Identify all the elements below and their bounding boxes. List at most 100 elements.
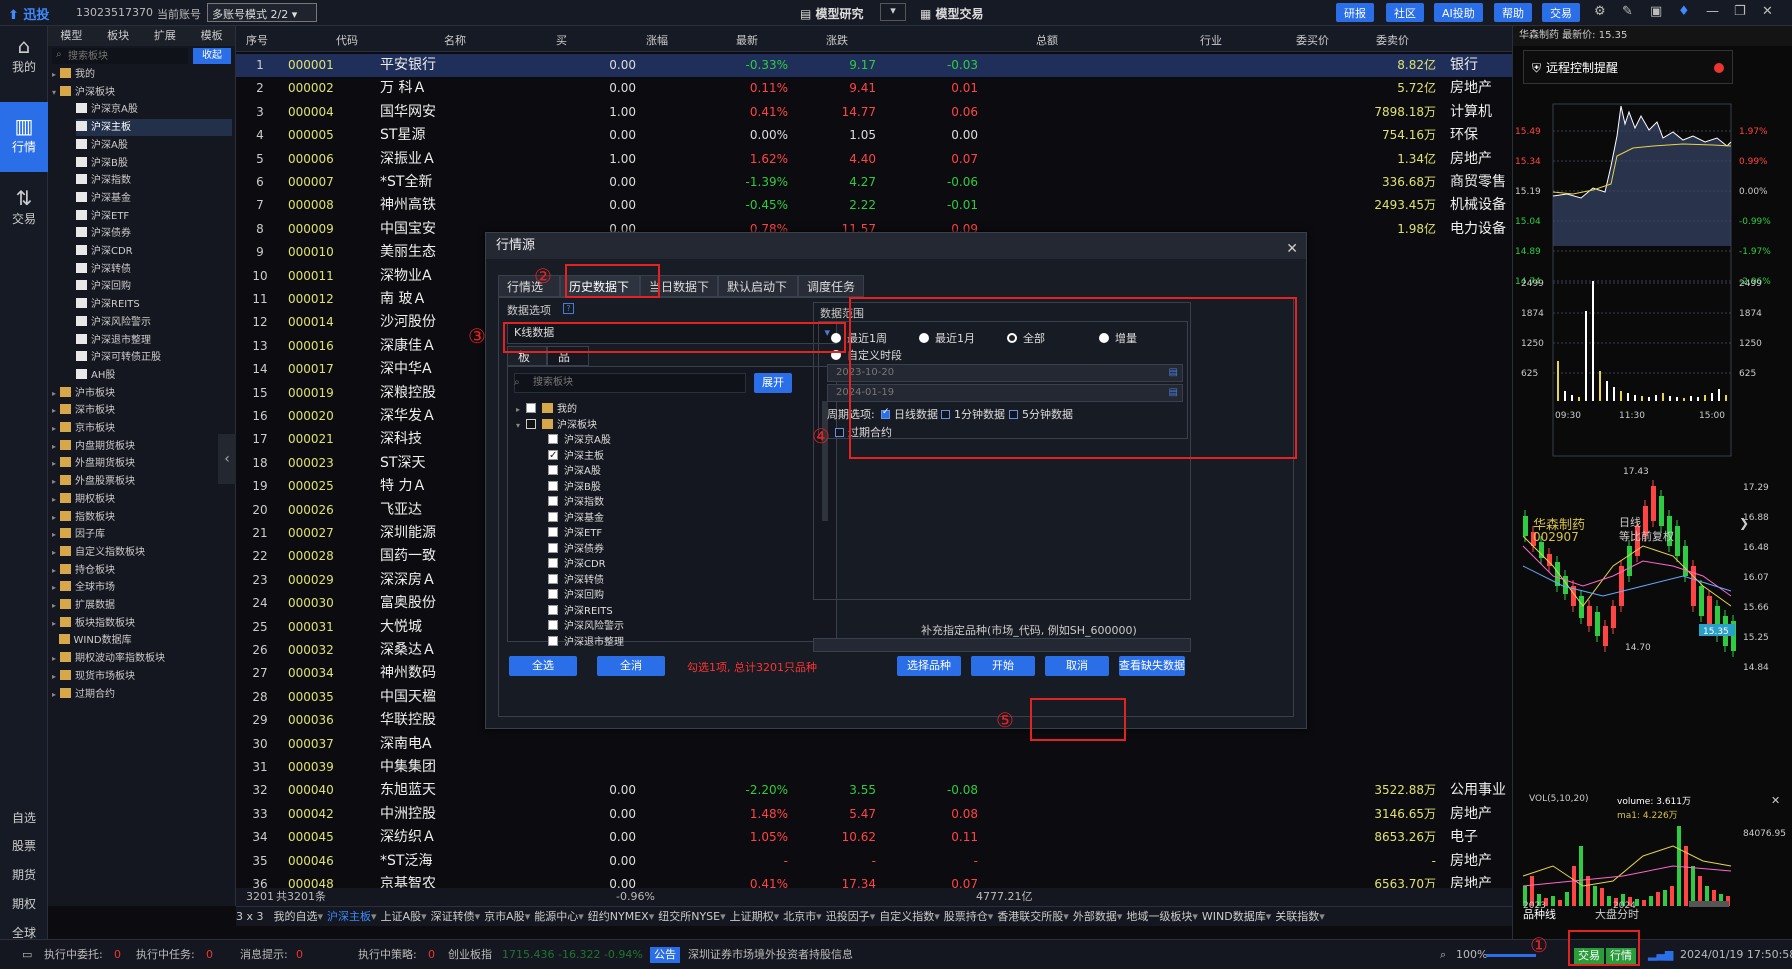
checkbox-box[interactable] bbox=[548, 620, 558, 630]
sector-tab[interactable]: 股票持仓 bbox=[944, 910, 988, 923]
col-change-pct[interactable]: 涨幅 bbox=[646, 32, 668, 48]
checkbox-box[interactable] bbox=[548, 447, 558, 464]
col-last[interactable]: 最新 bbox=[736, 32, 758, 48]
tree-item[interactable]: ▸ 外盘期货板块 bbox=[52, 455, 232, 472]
tree-item[interactable]: 沪深退市整理 bbox=[76, 332, 232, 349]
col-ask-price[interactable]: 委卖价 bbox=[1376, 32, 1409, 48]
tree-item[interactable]: ▸ 自定义指数板块 bbox=[52, 544, 232, 561]
chevron-down-icon[interactable]: ▾ bbox=[1192, 910, 1198, 923]
model-research-tab[interactable]: ▤ 模型研究 bbox=[800, 5, 864, 22]
chevron-down-icon[interactable]: ▾ bbox=[720, 910, 726, 923]
tree-item[interactable]: 沪深回购 bbox=[76, 278, 232, 295]
tree-item[interactable]: ▸ 外盘股票板块 bbox=[52, 473, 232, 490]
expand-arrow-icon[interactable]: ▸ bbox=[52, 690, 56, 699]
checkbox-box[interactable] bbox=[548, 542, 558, 553]
expand-arrow-icon[interactable]: ▸ bbox=[52, 619, 56, 628]
nav-options[interactable]: 期权 bbox=[0, 895, 48, 915]
table-row[interactable]: 33 000042 中洲控股 0.00 1.48% 5.47 0.08 3146.65万 房地产… bbox=[236, 803, 1706, 826]
expand-arrow-icon[interactable] bbox=[52, 636, 55, 645]
checkbox-box[interactable] bbox=[548, 573, 558, 584]
expand-arrow-icon[interactable]: ▸ bbox=[52, 654, 56, 663]
col-amount[interactable]: 总额 bbox=[1036, 32, 1058, 48]
trade-button[interactable]: 交易 bbox=[1542, 3, 1580, 22]
radio-incremental[interactable]: 增量 bbox=[1099, 330, 1137, 346]
tree-item[interactable]: ▸ 京市板块 bbox=[52, 420, 232, 437]
tab-template[interactable]: 模板 bbox=[188, 26, 235, 46]
dialog-tree-item[interactable]: 沪深A股 bbox=[548, 463, 601, 480]
dialog-tree-item[interactable]: 沪深REITS bbox=[548, 603, 613, 620]
sector-tab[interactable]: 上证A股 bbox=[381, 910, 422, 923]
ai-assist-button[interactable]: AI投助 bbox=[1434, 3, 1483, 22]
tree-item[interactable]: ▸ 期权波动率指数板块 bbox=[52, 650, 232, 667]
layout-icon[interactable]: ▣ bbox=[1650, 4, 1662, 19]
sector-tab[interactable]: 纽约NYMEX bbox=[588, 910, 649, 923]
period-1min-checkbox[interactable]: 1分钟数据 bbox=[941, 406, 1005, 422]
table-row[interactable]: 35000046*ST泛海0.00----房地产-- bbox=[236, 850, 1706, 873]
table-row[interactable]: 32 000040 东旭蓝天 0.00 -2.20% 3.55 -0.08 3522.88万公… bbox=[236, 779, 1706, 802]
tree-item[interactable]: ▸ 因子库 bbox=[52, 526, 232, 543]
table-row[interactable]: 31000039中集集团8.038.0 bbox=[236, 756, 1706, 779]
data-option-select[interactable]: K线数据 ▾ bbox=[507, 322, 837, 344]
sector-tab[interactable]: 沪深主板 bbox=[327, 910, 371, 923]
dialog-tree-item[interactable]: 沪深转债 bbox=[548, 572, 604, 589]
checkbox-box[interactable] bbox=[548, 465, 558, 475]
sector-tab[interactable]: WIND数据库 bbox=[1202, 910, 1266, 923]
research-report-button[interactable]: 研报 bbox=[1336, 3, 1374, 22]
checkbox-box[interactable] bbox=[526, 418, 537, 429]
chevron-down-icon[interactable]: ▾ bbox=[816, 910, 822, 923]
tree-search-input[interactable] bbox=[52, 48, 188, 64]
close-icon[interactable]: ✕ bbox=[1286, 236, 1298, 262]
dialog-tree-item[interactable]: ▸ 我的 bbox=[516, 401, 577, 418]
dialog-tree-item[interactable]: 沪深基金 bbox=[548, 510, 604, 527]
tree-item[interactable]: ▸ 全球市场 bbox=[52, 579, 232, 596]
nav-watchlist[interactable]: 自选 bbox=[0, 809, 48, 829]
tree-item[interactable]: 沪深指数 bbox=[76, 172, 232, 189]
tab-sector[interactable]: 板块 bbox=[95, 26, 142, 46]
period-5min-checkbox[interactable]: 5分钟数据 bbox=[1009, 406, 1073, 422]
checkbox-box[interactable] bbox=[548, 604, 558, 615]
expand-arrow-icon[interactable]: ▸ bbox=[52, 406, 56, 415]
dialog-tree-item[interactable]: 沪深京A股 bbox=[548, 432, 611, 449]
zoom-level[interactable]: 100% bbox=[1456, 940, 1487, 969]
dialog-tree-item[interactable]: 沪深ETF bbox=[548, 525, 602, 542]
chevron-down-icon[interactable]: ▾ bbox=[475, 910, 481, 923]
checkbox-box[interactable] bbox=[526, 403, 537, 413]
tree-item[interactable]: 沪深京A股 bbox=[76, 101, 232, 118]
checkbox-box[interactable] bbox=[548, 511, 558, 522]
chevron-down-icon[interactable]: ▾ bbox=[318, 910, 324, 923]
tab-market-intraday[interactable]: 大盘分时 bbox=[1595, 906, 1639, 922]
tree-item[interactable]: ▸ 内盘期货板块 bbox=[52, 438, 232, 455]
model-trade-tab[interactable]: ▦ 模型交易 bbox=[920, 5, 984, 22]
expand-arrow-icon[interactable]: ▸ bbox=[516, 405, 520, 414]
chevron-down-icon[interactable]: ▾ bbox=[870, 910, 876, 923]
table-row[interactable]: 30000037深南电A9.169.1 bbox=[236, 733, 1706, 756]
sector-tab[interactable]: 深证转债 bbox=[431, 910, 475, 923]
chevron-down-icon[interactable]: ▾ bbox=[1319, 910, 1325, 923]
tree-item[interactable]: 沪深主板 bbox=[76, 119, 232, 137]
col-name[interactable]: 名称 bbox=[444, 32, 466, 48]
edit-icon[interactable]: ✎ bbox=[1622, 4, 1633, 19]
account-mode-select[interactable]: 多账号模式 2/2 ▾ bbox=[207, 3, 317, 22]
chevron-down-icon[interactable]: ▾ bbox=[421, 910, 427, 923]
community-button[interactable]: 社区 bbox=[1386, 3, 1424, 22]
chevron-down-icon[interactable]: ▾ bbox=[1266, 910, 1272, 923]
expand-arrow-icon[interactable]: ▸ bbox=[52, 424, 56, 433]
table-row[interactable]: 4000005ST星源0.000.00%1.050.00754.16万环保1.0… bbox=[236, 124, 1706, 147]
sector-tab[interactable]: 关联指数 bbox=[1275, 910, 1319, 923]
nav-futures[interactable]: 期货 bbox=[0, 866, 48, 886]
collapse-button[interactable]: 收起 bbox=[193, 48, 231, 64]
tree-item[interactable]: 沪深可转债正股 bbox=[76, 349, 232, 366]
tree-item[interactable]: ▾ 沪深板块 bbox=[52, 84, 232, 101]
view-missing-button[interactable]: 查看缺失数据 bbox=[1119, 656, 1185, 676]
tab-model[interactable]: 模型 bbox=[48, 26, 95, 46]
minimize-icon[interactable]: — bbox=[1706, 4, 1719, 19]
message-label[interactable]: 消息提示: bbox=[240, 940, 288, 969]
zoom-slider[interactable] bbox=[1486, 954, 1536, 957]
tree-item[interactable]: ▸ 期权板块 bbox=[52, 491, 232, 508]
checkbox-box[interactable] bbox=[548, 527, 558, 537]
sector-tab[interactable]: 能源中心 bbox=[534, 910, 578, 923]
tree-item[interactable]: ▸ 扩展数据 bbox=[52, 597, 232, 614]
expand-arrow-icon[interactable]: ▾ bbox=[52, 88, 56, 97]
tree-item[interactable]: 沪深债券 bbox=[76, 225, 232, 242]
dialog-tree-item[interactable]: 沪深指数 bbox=[548, 494, 604, 511]
